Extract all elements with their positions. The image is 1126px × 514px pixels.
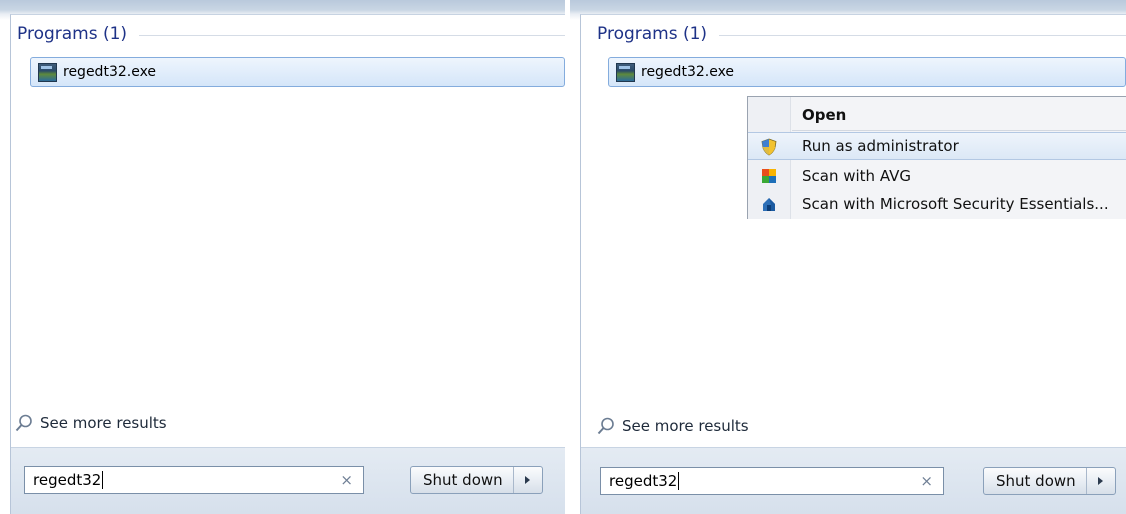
search-input-value: regedt32: [609, 472, 678, 490]
see-more-label: See more results: [622, 417, 749, 435]
menu-item-scan-with-mse[interactable]: Scan with Microsoft Security Essentials.…: [748, 190, 1126, 218]
section-title: Programs (1): [597, 24, 708, 44]
shutdown-options-button[interactable]: [514, 467, 542, 493]
start-menu-panel-right: Programs (1) regedt32.exe Open Run as ad…: [570, 0, 1126, 514]
mse-icon: [760, 195, 778, 213]
menu-item-label: Run as administrator: [802, 137, 959, 155]
program-result-regedt32[interactable]: regedt32.exe: [30, 57, 565, 87]
program-label: regedt32.exe: [63, 64, 157, 80]
avg-icon: [760, 167, 778, 185]
see-more-results-link[interactable]: See more results: [14, 413, 167, 433]
shutdown-button-group: Shut down: [410, 466, 543, 494]
programs-section-header: Programs (1): [597, 24, 1126, 44]
section-title: Programs (1): [17, 24, 128, 44]
search-icon: [596, 416, 616, 436]
search-input[interactable]: regedt32 ×: [600, 467, 944, 495]
menu-item-run-as-administrator[interactable]: Run as administrator: [748, 132, 1126, 160]
start-menu-body: [580, 14, 1126, 514]
start-menu-body: [10, 14, 565, 514]
menu-item-label: Open: [802, 106, 847, 124]
text-caret: [102, 471, 104, 489]
clear-search-icon[interactable]: ×: [920, 472, 933, 490]
menu-item-open[interactable]: Open: [748, 101, 1126, 129]
shutdown-button[interactable]: Shut down: [411, 467, 514, 493]
start-menu-panel-left: Programs (1) regedt32.exe See more resul…: [0, 0, 565, 514]
shutdown-button[interactable]: Shut down: [984, 468, 1087, 494]
see-more-results-link[interactable]: See more results: [596, 416, 749, 436]
search-input[interactable]: regedt32 ×: [24, 466, 364, 494]
menu-item-scan-with-avg[interactable]: Scan with AVG: [748, 162, 1126, 190]
programs-section-header: Programs (1): [17, 24, 565, 44]
uac-shield-icon: [760, 138, 778, 156]
text-caret: [678, 472, 680, 490]
program-result-regedt32[interactable]: regedt32.exe: [608, 57, 1126, 87]
shutdown-options-button[interactable]: [1087, 468, 1115, 494]
see-more-label: See more results: [40, 414, 167, 432]
search-icon: [14, 413, 34, 433]
shutdown-button-group: Shut down: [983, 467, 1116, 495]
menu-item-label: Scan with Microsoft Security Essentials.…: [802, 195, 1109, 213]
clear-search-icon[interactable]: ×: [340, 471, 353, 489]
registry-editor-icon: [38, 62, 57, 82]
context-menu: Open Run as administrator Scan with AVG …: [747, 96, 1126, 219]
section-divider: [719, 34, 1126, 36]
registry-editor-icon: [616, 62, 635, 82]
chevron-right-icon: [1098, 477, 1104, 485]
menu-item-label: Scan with AVG: [802, 167, 912, 185]
chevron-right-icon: [525, 476, 531, 484]
section-divider: [139, 34, 565, 36]
search-input-value: regedt32: [33, 471, 102, 489]
program-label: regedt32.exe: [641, 64, 735, 80]
menu-separator: [792, 130, 1126, 131]
